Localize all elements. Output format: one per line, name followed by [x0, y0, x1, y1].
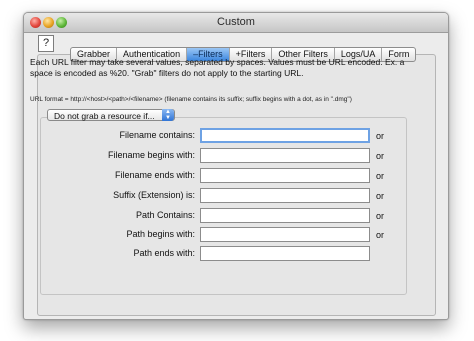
- filename-begins-label: Filename begins with:: [107, 150, 195, 160]
- suffix-label: Suffix (Extension) is:: [113, 190, 195, 200]
- or-label: or: [376, 151, 385, 161]
- path-ends-field[interactable]: [200, 246, 370, 261]
- or-label: or: [376, 191, 385, 201]
- filename-contains-label: Filename contains:: [119, 130, 195, 140]
- path-ends-label: Path ends with:: [133, 248, 195, 258]
- filter-row-path-ends: Path ends with:: [40, 246, 400, 261]
- or-label: or: [376, 131, 385, 141]
- filename-contains-field[interactable]: [200, 128, 370, 143]
- filename-begins-field[interactable]: [200, 148, 370, 163]
- filter-row-filename-contains: Filename contains: or: [40, 128, 400, 143]
- help-button[interactable]: ?: [38, 35, 54, 52]
- path-begins-label: Path begins with:: [126, 229, 195, 239]
- url-format-hint: URL format = http://<host>/<path>/<filen…: [30, 96, 352, 103]
- filename-ends-label: Filename ends with:: [114, 170, 195, 180]
- suffix-field[interactable]: [200, 188, 370, 203]
- or-label: or: [376, 211, 385, 221]
- title-bar[interactable]: Custom: [24, 13, 448, 33]
- path-contains-label: Path Contains:: [135, 210, 195, 220]
- or-label: or: [376, 171, 385, 181]
- path-contains-field[interactable]: [200, 208, 370, 223]
- filter-row-filename-begins: Filename begins with: or: [40, 148, 400, 163]
- or-label: or: [376, 230, 385, 240]
- filter-group-box: [40, 117, 407, 295]
- filename-ends-field[interactable]: [200, 168, 370, 183]
- filter-description: Each URL filter may take several values,…: [30, 57, 405, 78]
- grab-condition-popup-label: Do not grab a resource if...: [54, 111, 155, 121]
- path-begins-field[interactable]: [200, 227, 370, 242]
- filter-row-filename-ends: Filename ends with: or: [40, 168, 400, 183]
- popup-arrows-icon: ▲ ▼: [162, 109, 174, 121]
- window-title: Custom: [217, 16, 255, 28]
- filter-row-path-contains: Path Contains: or: [40, 208, 400, 223]
- filter-row-path-begins: Path begins with: or: [40, 227, 400, 242]
- grab-condition-popup[interactable]: Do not grab a resource if... ▲ ▼: [47, 109, 175, 121]
- filter-row-suffix: Suffix (Extension) is: or: [40, 188, 400, 203]
